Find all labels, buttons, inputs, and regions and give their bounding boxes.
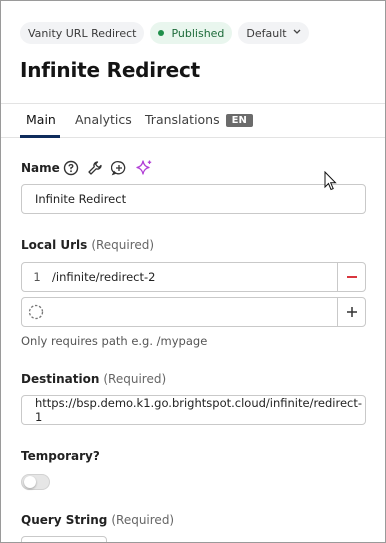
new-local-url-input[interactable]	[50, 298, 337, 326]
active-tab-indicator	[20, 135, 60, 138]
toggle-knob	[24, 476, 36, 488]
local-url-index: 1	[33, 270, 41, 284]
plus-icon	[346, 303, 358, 322]
query-string-field[interactable]	[21, 536, 107, 542]
name-tools	[63, 159, 153, 177]
page-title: Infinite Redirect	[20, 58, 200, 82]
sparkle-ai-icon[interactable]	[135, 159, 153, 177]
mouse-cursor-icon	[324, 170, 337, 195]
local-urls-help-text: Only requires path e.g. /mypage	[21, 334, 208, 348]
destination-label: Destination (Required)	[21, 372, 166, 386]
status-badge: Published	[150, 22, 233, 44]
name-label: Name	[21, 161, 60, 175]
tab-main[interactable]: Main	[26, 112, 56, 127]
site-label: Default	[246, 26, 287, 40]
tab-analytics-label: Analytics	[75, 112, 132, 127]
local-url-row: 1 /infinite/redirect-2	[21, 262, 366, 292]
destination-label-text: Destination	[21, 372, 100, 386]
status-label: Published	[171, 26, 225, 40]
remove-url-button[interactable]	[337, 263, 365, 291]
spinner-icon	[22, 298, 50, 326]
tab-main-label: Main	[26, 112, 56, 127]
tab-translations-label: Translations	[145, 112, 220, 127]
tab-bar: Main Analytics Translations EN	[1, 103, 385, 138]
status-dot-icon	[158, 30, 165, 36]
local-urls-label-text: Local Urls	[21, 238, 88, 252]
tab-translations[interactable]: Translations EN	[145, 112, 253, 127]
query-string-label: Query String (Required)	[21, 513, 174, 527]
temporary-toggle[interactable]	[21, 474, 50, 490]
add-comment-icon[interactable]	[111, 160, 127, 176]
required-note: (Required)	[111, 513, 175, 527]
language-badge: EN	[225, 114, 253, 127]
add-url-button[interactable]	[337, 298, 365, 326]
destination-input[interactable]: https://bsp.demo.k1.go.brightspot.cloud/…	[21, 395, 366, 425]
content-type-chip: Vanity URL Redirect	[20, 22, 145, 44]
header-chips: Vanity URL Redirect Published Default	[20, 22, 309, 44]
local-url-input[interactable]: /infinite/redirect-2	[50, 263, 337, 291]
content-type-label: Vanity URL Redirect	[28, 26, 137, 40]
minus-icon	[346, 268, 358, 287]
local-urls-label: Local Urls (Required)	[21, 238, 154, 252]
help-icon[interactable]	[63, 160, 79, 176]
site-dropdown[interactable]: Default	[238, 22, 309, 44]
temporary-label: Temporary?	[21, 449, 100, 463]
required-note: (Required)	[103, 372, 167, 386]
content-edit-panel: Vanity URL Redirect Published Default In…	[0, 0, 386, 543]
query-string-label-text: Query String	[21, 513, 108, 527]
chevron-down-icon	[293, 28, 301, 38]
wrench-icon[interactable]	[87, 160, 103, 176]
tab-analytics[interactable]: Analytics	[75, 112, 132, 127]
new-local-url-row	[21, 297, 366, 327]
required-note: (Required)	[91, 238, 155, 252]
name-input[interactable]: Infinite Redirect	[21, 184, 366, 214]
